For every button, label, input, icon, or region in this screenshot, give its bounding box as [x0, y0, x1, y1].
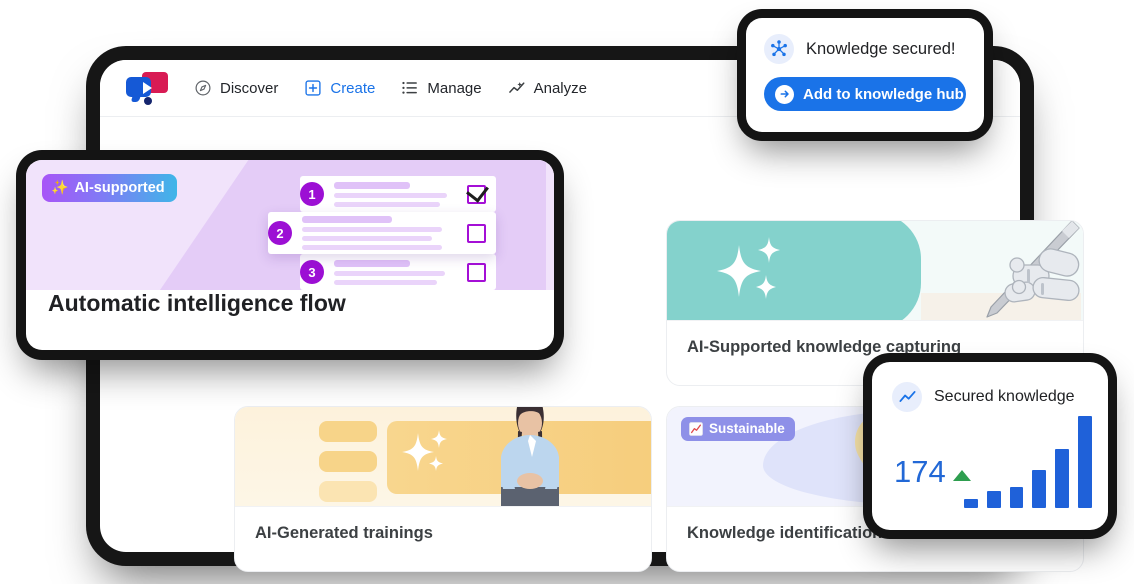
sparkles-icon	[402, 430, 447, 471]
task-checkbox[interactable]	[467, 223, 486, 243]
badge-sustainable: Sustainable	[681, 417, 795, 441]
nav-item-manage[interactable]: Manage	[401, 79, 482, 97]
task-checkbox[interactable]	[467, 262, 486, 282]
knowledge-network-icon	[764, 34, 794, 64]
nav-label-discover: Discover	[220, 79, 279, 97]
task-placeholder-lines	[324, 181, 457, 207]
line-chart-icon	[892, 382, 922, 412]
notification-card-knowledge-secured: Knowledge secured! Add to knowledge hub	[746, 18, 984, 132]
nav-label-manage: Manage	[427, 79, 482, 97]
chart-bar	[1032, 469, 1047, 508]
task-row[interactable]: 1	[300, 176, 496, 212]
placeholder-bars	[319, 421, 377, 502]
featured-card-title: Automatic intelligence flow	[48, 290, 346, 316]
task-number: 3	[300, 260, 324, 284]
chart-bar	[1009, 486, 1024, 508]
badge-label: AI-supported	[74, 179, 165, 196]
compass-icon	[195, 80, 211, 96]
chart-bar	[964, 499, 978, 508]
app-logo[interactable]	[126, 71, 168, 105]
plus-square-icon	[305, 80, 321, 96]
notification-header: Knowledge secured!	[746, 18, 984, 64]
stats-value: 174	[894, 454, 946, 489]
stats-value-group: 174	[894, 454, 971, 490]
screenshot-stage: Discover Create Manage Analyze AI-Suppor…	[0, 0, 1134, 584]
card-title: AI-Generated trainings	[235, 506, 651, 560]
notification-title: Knowledge secured!	[806, 39, 956, 58]
nav-item-analyze[interactable]: Analyze	[508, 79, 587, 97]
task-checkbox-checked[interactable]	[467, 184, 486, 204]
chart-bar	[1055, 449, 1070, 508]
task-placeholder-lines	[292, 216, 457, 250]
task-placeholder-lines	[324, 259, 457, 285]
nav-item-discover[interactable]: Discover	[194, 79, 278, 97]
list-icon	[402, 81, 418, 94]
robot-hand-pen-icon	[921, 221, 1081, 320]
card-ai-generated-trainings[interactable]: AI-Generated trainings	[234, 406, 652, 572]
badge-label: Sustainable	[709, 421, 785, 436]
task-row[interactable]: 2	[268, 212, 496, 254]
badge-ai-supported: ✨ AI-supported	[42, 174, 177, 202]
stats-header: Secured knowledge	[872, 362, 1108, 412]
task-number: 2	[268, 221, 292, 245]
add-to-knowledge-hub-button[interactable]: Add to knowledge hub	[764, 77, 966, 111]
card-artwork-amber-presenter	[235, 407, 651, 506]
card-artwork-teal-chevrons	[667, 221, 1083, 320]
stats-card-secured-knowledge: Secured knowledge 174	[872, 362, 1108, 530]
add-to-knowledge-hub-label: Add to knowledge hub	[803, 85, 964, 103]
trend-sparkle-icon	[508, 82, 525, 93]
chart-bar	[986, 490, 1001, 508]
task-row[interactable]: 3	[300, 254, 496, 290]
presenter-avatar	[501, 407, 559, 506]
chart-up-icon	[689, 421, 703, 436]
task-number: 1	[300, 182, 324, 206]
nav-label-create: Create	[330, 79, 376, 97]
secured-knowledge-bar-chart	[964, 412, 1092, 508]
sparkles-icon	[717, 237, 780, 299]
chart-bar	[1078, 415, 1092, 508]
stats-title: Secured knowledge	[934, 388, 1075, 405]
sparkles-icon: ✨	[51, 179, 69, 195]
nav-label-analyze: Analyze	[533, 79, 587, 97]
nav-item-create[interactable]: Create	[304, 79, 375, 97]
arrow-right-circle-icon	[775, 84, 794, 104]
